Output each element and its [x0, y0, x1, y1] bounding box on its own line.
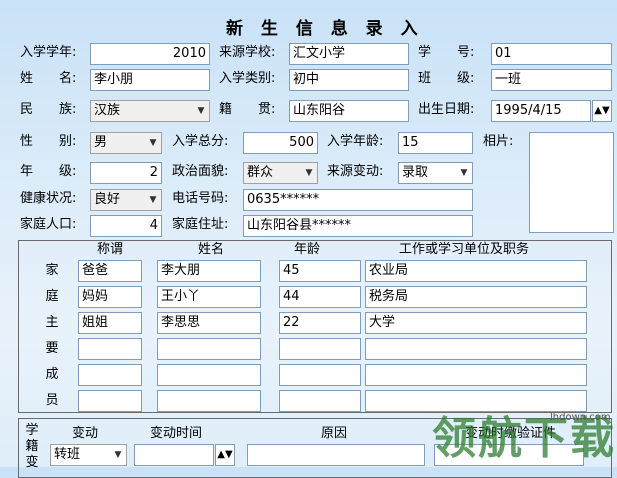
school-label: 来源学校: — [219, 45, 276, 60]
header-name: 姓名 — [198, 242, 225, 257]
address-label: 家庭住址: — [172, 217, 229, 232]
family-member-name-cell[interactable]: 王小丫 — [157, 286, 261, 308]
family-relation-cell[interactable] — [78, 338, 142, 360]
chevron-down-icon[interactable]: ▼ — [110, 445, 126, 465]
year-label: 入学学年: — [20, 45, 77, 60]
nation-select[interactable]: 汉族 ▼ — [90, 100, 210, 122]
family-member-name-cell[interactable] — [157, 338, 261, 360]
grade-input[interactable]: 2 — [90, 162, 162, 184]
header-change-time: 变动时间 — [150, 426, 203, 441]
reason-input[interactable] — [247, 444, 425, 466]
family-age-cell[interactable]: 22 — [279, 312, 361, 334]
age-label: 入学年龄: — [327, 134, 384, 149]
source-change-value: 录取 — [402, 165, 429, 180]
school-input[interactable]: 汇文小学 — [289, 43, 409, 65]
family-member-name-cell[interactable] — [157, 390, 261, 412]
family-work-cell[interactable] — [365, 338, 587, 360]
name-label: 姓 名: — [20, 71, 77, 86]
date-spin-icon[interactable]: ▲▼ — [215, 444, 235, 466]
age-input[interactable]: 15 — [398, 132, 473, 154]
phone-input[interactable]: 0635****** — [243, 189, 473, 211]
family-age-cell[interactable]: 45 — [279, 260, 361, 282]
grade-label: 年 级: — [20, 164, 77, 179]
family-size-label: 家庭人口: — [20, 217, 77, 232]
family-relation-cell[interactable] — [78, 364, 142, 386]
source-change-select[interactable]: 录取 ▼ — [398, 162, 473, 184]
family-age-cell[interactable] — [279, 390, 361, 412]
header-age: 年龄 — [294, 242, 321, 257]
year-input[interactable]: 2010 — [90, 43, 210, 65]
family-work-cell[interactable]: 农业局 — [365, 260, 587, 282]
gender-select[interactable]: 男 ▼ — [90, 132, 162, 154]
status-change-select[interactable]: 转班 ▼ — [50, 444, 127, 466]
header-work: 工作或学习单位及职务 — [399, 242, 530, 257]
status-change-value: 转班 — [54, 447, 81, 462]
admission-type-label: 入学类别: — [219, 71, 276, 86]
family-side-label: 家 庭 主 要 成 员 — [45, 263, 59, 408]
family-work-cell[interactable] — [365, 364, 587, 386]
family-age-cell[interactable] — [279, 364, 361, 386]
birth-label: 出生日期: — [418, 102, 475, 117]
origin-input[interactable]: 山东阳谷 — [289, 100, 409, 122]
family-age-cell[interactable]: 44 — [279, 286, 361, 308]
header-reason: 原因 — [321, 426, 348, 441]
chevron-down-icon[interactable]: ▼ — [145, 133, 161, 153]
chevron-down-icon[interactable]: ▼ — [456, 163, 472, 183]
watermark-url: lhdown.com — [550, 412, 611, 423]
gender-value: 男 — [94, 135, 108, 150]
family-member-name-cell[interactable]: 李思思 — [157, 312, 261, 334]
student-id-label: 学 号: — [418, 45, 475, 60]
photo-label: 相片: — [483, 134, 514, 149]
photo-box[interactable] — [529, 132, 614, 233]
chevron-down-icon[interactable]: ▼ — [145, 190, 161, 210]
address-input[interactable]: 山东阳谷县****** — [243, 215, 473, 237]
change-time-input[interactable] — [134, 444, 214, 466]
class-input[interactable]: 一班 — [491, 69, 612, 91]
header-relation: 称谓 — [97, 242, 124, 257]
health-value: 良好 — [94, 192, 121, 207]
family-relation-cell[interactable]: 妈妈 — [78, 286, 142, 308]
political-select[interactable]: 群众 ▼ — [243, 162, 318, 184]
score-label: 入学总分: — [172, 134, 229, 149]
score-input[interactable]: 500 — [243, 132, 318, 154]
family-relation-cell[interactable]: 姐姐 — [78, 312, 142, 334]
class-label: 班 级: — [418, 71, 475, 86]
chevron-down-icon[interactable]: ▼ — [301, 163, 317, 183]
chevron-down-icon[interactable]: ▼ — [193, 101, 209, 121]
family-relation-cell[interactable] — [78, 390, 142, 412]
family-work-cell[interactable]: 大学 — [365, 312, 587, 334]
family-member-name-cell[interactable]: 李大朋 — [157, 260, 261, 282]
window-title: 新 生 信 息 录 入 — [226, 19, 424, 39]
family-relation-cell[interactable]: 爸爸 — [78, 260, 142, 282]
family-member-name-cell[interactable] — [157, 364, 261, 386]
status-side-label: 学 籍 变 — [25, 423, 39, 470]
health-label: 健康状况: — [20, 191, 77, 206]
birth-date-input[interactable]: 1995/4/15 — [491, 100, 591, 122]
name-input[interactable]: 李小朋 — [90, 69, 210, 91]
phone-label: 电话号码: — [172, 191, 229, 206]
nation-label: 民 族: — [20, 102, 77, 117]
health-select[interactable]: 良好 ▼ — [90, 189, 162, 211]
admission-type-input[interactable]: 初中 — [289, 69, 409, 91]
header-change: 变动 — [72, 426, 99, 441]
origin-label: 籍 贯: — [219, 102, 276, 117]
date-spin-icon[interactable]: ▲▼ — [592, 100, 612, 122]
family-work-cell[interactable]: 税务局 — [365, 286, 587, 308]
family-size-input[interactable]: 4 — [90, 215, 162, 237]
nation-value: 汉族 — [94, 103, 121, 118]
political-label: 政治面貌: — [172, 164, 229, 179]
political-value: 群众 — [247, 165, 274, 180]
family-age-cell[interactable] — [279, 338, 361, 360]
student-id-input[interactable]: 01 — [491, 43, 612, 65]
source-change-label: 来源变动: — [327, 164, 384, 179]
family-work-cell[interactable] — [365, 390, 587, 412]
gender-label: 性 别: — [20, 134, 77, 149]
